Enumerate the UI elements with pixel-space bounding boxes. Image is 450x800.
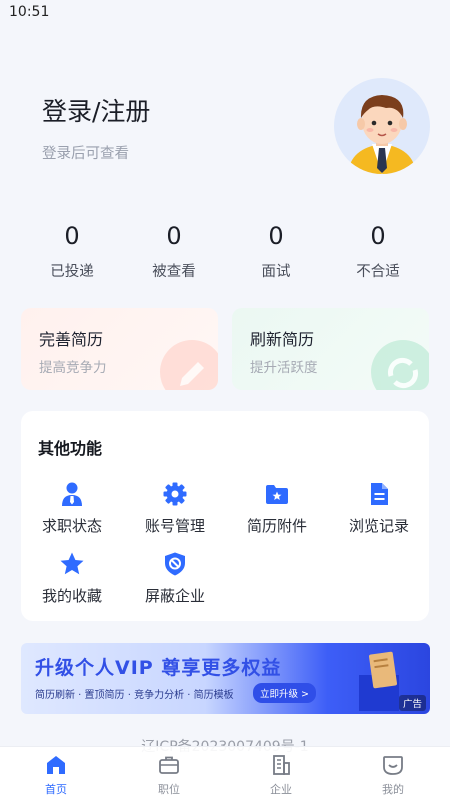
stat-value: 0 [268,222,284,250]
tab-label: 职位 [158,783,180,796]
folder-star-icon [264,481,290,507]
stats-row: 0 已投递 0 被查看 0 面试 0 不合适 [0,222,450,282]
feature-resume-attachment[interactable]: 简历附件 [227,481,327,536]
feature-my-favorites[interactable]: 我的收藏 [22,551,122,606]
tab-home[interactable]: 首页 [16,753,96,797]
bottom-tab-bar: 首页 职位 企业 我的 [0,746,450,800]
refresh-icon [371,340,429,390]
document-icon [366,481,392,507]
stat-viewed[interactable]: 0 被查看 [124,222,224,281]
feature-label: 屏蔽企业 [144,587,205,605]
profile-header: 登录/注册 登录后可查看 [0,70,450,190]
stat-delivered[interactable]: 0 已投递 [22,222,122,281]
feature-account-management[interactable]: 账号管理 [125,481,225,536]
avatar-person-icon [348,95,416,174]
card-subtitle: 提升活跃度 [250,360,318,376]
card-subtitle: 提高竞争力 [39,360,107,376]
stat-label: 已投递 [50,264,94,280]
tab-jobs[interactable]: 职位 [129,753,209,797]
tab-label: 首页 [45,783,67,796]
banner-title: 升级个人VIP 尊享更多权益 [35,657,282,679]
person-tie-icon [59,481,85,507]
stat-value: 0 [64,222,80,250]
tab-companies[interactable]: 企业 [241,753,321,797]
stat-interview[interactable]: 0 面试 [226,222,326,281]
stat-label: 不合适 [356,264,400,280]
stat-label: 被查看 [152,264,196,280]
login-register-link[interactable]: 登录/注册 [42,92,150,128]
feature-label: 我的收藏 [41,587,102,605]
feature-label: 浏览记录 [348,517,409,535]
block-shield-icon [162,551,188,577]
upgrade-now-button[interactable]: 立即升级 > [253,683,316,703]
card-title: 完善简历 [39,330,104,349]
building-icon [269,753,293,777]
briefcase-icon [157,753,181,777]
feature-label: 求职状态 [41,517,102,535]
stat-value: 0 [166,222,182,250]
smile-face-icon [381,753,405,777]
tab-mine[interactable]: 我的 [353,753,433,797]
tab-label: 企业 [270,783,292,796]
card-title: 刷新简历 [250,330,315,349]
status-time: 10:51 [9,4,50,20]
feature-block-company[interactable]: 屏蔽企业 [125,551,225,606]
vip-upgrade-banner[interactable]: 升级个人VIP 尊享更多权益 简历刷新 · 置顶简历 · 竞争力分析 · 简历模… [21,643,430,714]
tab-label: 我的 [382,783,404,796]
ad-badge: 广告 [398,695,426,711]
login-hint: 登录后可查看 [42,146,129,162]
banner-subtitle: 简历刷新 · 置顶简历 · 竞争力分析 · 简历模板 [35,690,234,701]
gear-icon [162,481,188,507]
refresh-resume-card[interactable]: 刷新简历 提升活跃度 [232,308,429,390]
stat-label: 面试 [261,264,291,280]
star-icon [59,551,85,577]
features-heading: 其他功能 [38,439,103,458]
home-icon [44,753,68,777]
stat-unsuitable[interactable]: 0 不合适 [328,222,428,281]
feature-browsing-history[interactable]: 浏览记录 [329,481,429,536]
feature-job-status[interactable]: 求职状态 [22,481,122,536]
stat-value: 0 [370,222,386,250]
complete-resume-card[interactable]: 完善简历 提高竞争力 [21,308,218,390]
status-bar: 10:51 [0,0,450,26]
pencil-icon [160,340,218,390]
feature-label: 简历附件 [246,517,307,535]
other-features-panel: 其他功能 求职状态 账号管理 简历附件 浏览记录 我的收藏 屏蔽企业 [21,411,429,621]
feature-label: 账号管理 [144,517,205,535]
avatar[interactable] [334,78,430,174]
